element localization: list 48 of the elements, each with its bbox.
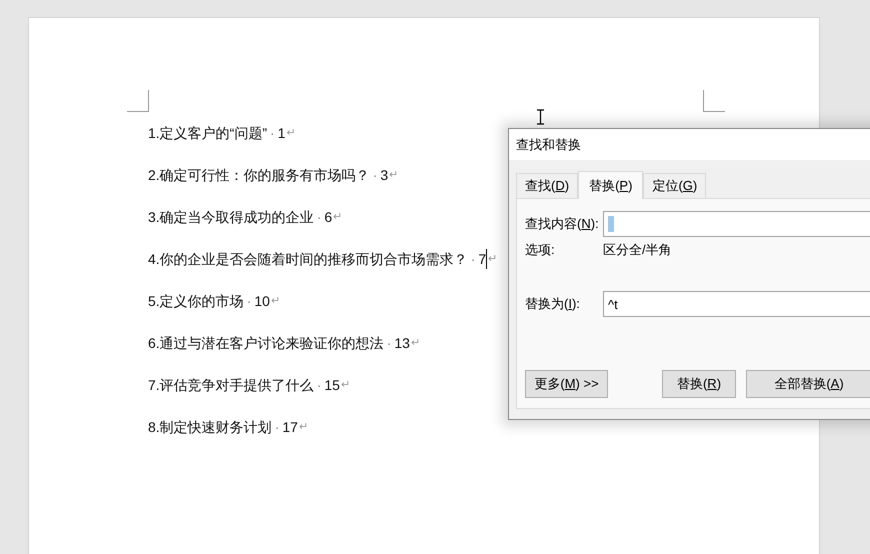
space-mark: · <box>274 418 280 436</box>
space-mark: · <box>316 208 322 226</box>
options-value: 区分全/半角 <box>603 241 672 260</box>
paragraph-mark: ↵ <box>286 126 296 141</box>
options-label: 选项: <box>525 241 556 260</box>
toc-entry: 8.制定快速财务计划 <box>148 418 272 436</box>
page-number: 7 <box>478 250 486 268</box>
dialog-tab[interactable]: 定位(G) <box>643 173 706 198</box>
dialog-tab[interactable]: 查找(D) <box>516 173 578 198</box>
paragraph-mark: ↵ <box>389 168 398 183</box>
page-number: 13 <box>394 334 410 352</box>
page-number: 15 <box>324 376 340 394</box>
toc-entry: 3.确定当今取得成功的企业 <box>148 208 314 226</box>
window-title: 查找和替换 <box>516 136 581 154</box>
paragraph-mark: ↵ <box>488 252 498 267</box>
find-field[interactable] <box>603 211 870 237</box>
find-label: 查找内容(N): <box>525 215 600 234</box>
paragraph-mark: ↵ <box>333 210 342 225</box>
space-mark: · <box>316 376 322 394</box>
dialog-button[interactable]: 替换(R) <box>662 370 736 398</box>
toc-entry: 6.通过与潜在客户讨论来验证你的想法 <box>148 334 384 352</box>
space-mark: · <box>386 334 392 352</box>
paragraph-mark: ↵ <box>340 378 350 393</box>
replace-field[interactable]: ^t <box>603 291 870 317</box>
page-number: 6 <box>324 208 332 226</box>
page-number: 17 <box>282 418 298 436</box>
space-mark: · <box>246 292 252 310</box>
paragraph-mark: ↵ <box>270 294 280 309</box>
crop-mark <box>703 90 725 112</box>
toc-entry: 4.你的企业是否会随着时间的推移而切合市场需求？ <box>148 250 468 268</box>
i-beam-cursor-icon <box>536 109 545 125</box>
space-mark: · <box>470 250 476 268</box>
dialog-button[interactable]: 全部替换(A) <box>746 370 870 398</box>
space-mark: · <box>372 166 378 184</box>
replace-label: 替换为(I): <box>525 295 581 314</box>
toc-entry: 1.定义客户的“问题” <box>148 124 267 142</box>
toc-entry: 2.确定可行性：你的服务有市场吗？ <box>148 166 370 184</box>
crop-mark <box>127 90 149 112</box>
page-number: 3 <box>380 166 388 184</box>
paragraph-mark: ↵ <box>410 336 420 351</box>
toc-entry: 7.评估竞争对手提供了什么 <box>148 376 314 394</box>
page-number: 10 <box>254 292 270 310</box>
page-number: 1 <box>278 124 286 142</box>
toc-entry: 5.定义你的市场 <box>148 292 244 310</box>
dialog-button[interactable]: 更多(M) >> <box>525 370 608 398</box>
dialog-tab[interactable]: 替换(P) <box>578 171 644 199</box>
space-mark: · <box>270 124 275 142</box>
paragraph-mark: ↵ <box>298 420 308 435</box>
